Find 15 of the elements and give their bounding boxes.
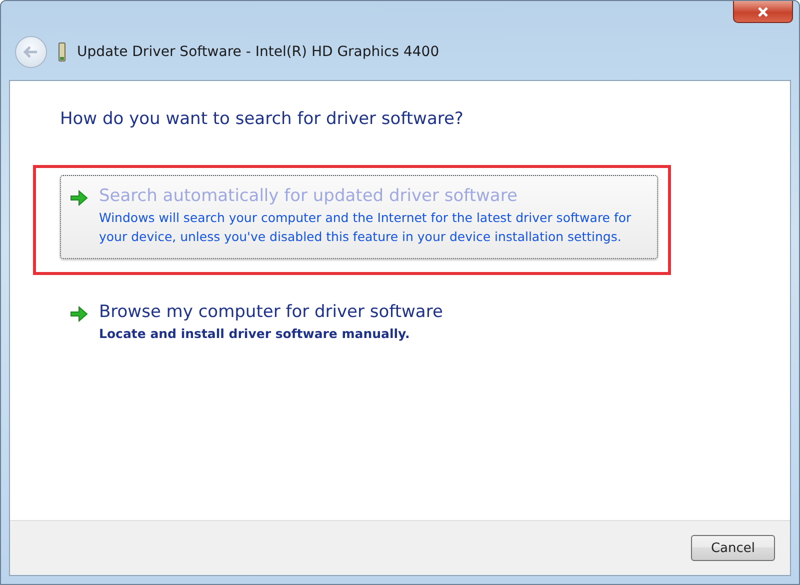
- close-icon: [757, 6, 769, 16]
- arrow-icon: [69, 305, 89, 323]
- option-description: Locate and install driver software manually.: [99, 325, 411, 343]
- option-link[interactable]: [60, 175, 658, 259]
- option-description: Windows will search your computer and the Internet for the latest driver software for your device, unless you've disabled this feature in your device installation settings.: [99, 209, 632, 246]
- close-button[interactable]: [733, 1, 793, 23]
- option-title: Search automatically for updated driver software: [99, 186, 518, 206]
- option-title: Browse my computer for driver software: [99, 302, 443, 322]
- arrow-icon: [69, 189, 89, 207]
- dialog-heading: How do you want to search for driver software?: [60, 109, 464, 129]
- back-arrow-icon: [23, 44, 39, 58]
- cancel-button[interactable]: Cancel: [691, 535, 775, 561]
- device-icon: [57, 42, 67, 62]
- option-link[interactable]: Browse my computer for driver software Locate and install driver software manually.: [60, 291, 658, 356]
- window-title: Update Driver Software - Intel(R) HD Graphics 4400: [77, 44, 440, 60]
